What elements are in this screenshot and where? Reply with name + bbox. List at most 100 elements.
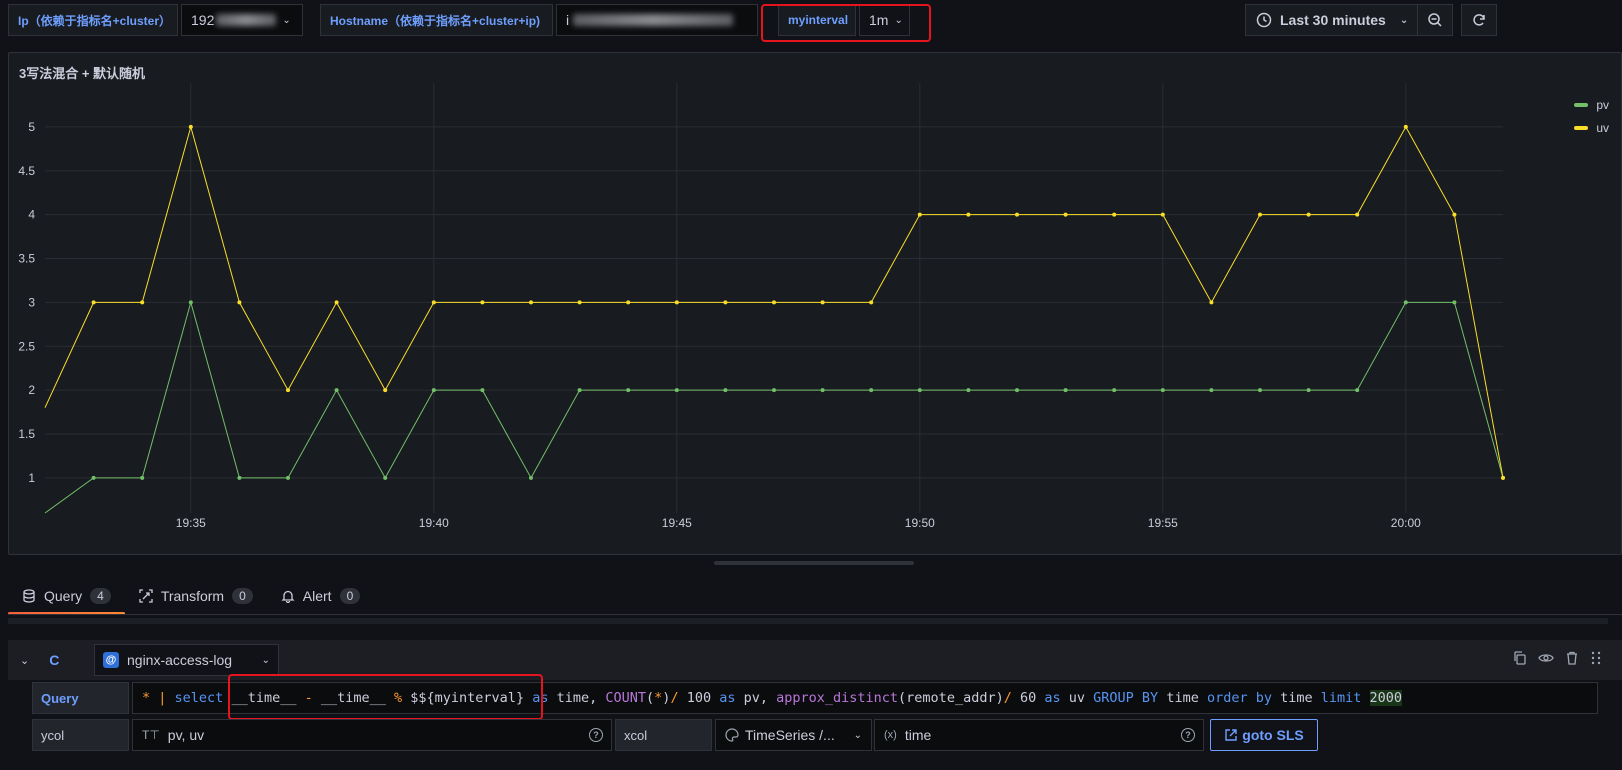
- query-token: uv: [1068, 690, 1094, 706]
- data-point-pv: [674, 388, 679, 393]
- duplicate-icon[interactable]: [1512, 650, 1528, 666]
- data-point-uv: [140, 300, 145, 305]
- xcol-format-value: TimeSeries /...: [745, 727, 835, 743]
- query-token: (: [646, 690, 655, 706]
- data-point-uv: [237, 300, 242, 305]
- data-point-pv: [1063, 388, 1068, 393]
- query-row-actions: [1512, 650, 1602, 666]
- text-type-icon: T⊤: [142, 728, 160, 742]
- refresh-button[interactable]: [1461, 4, 1497, 36]
- series-line-pv: [44, 300, 1504, 514]
- query-token: select: [174, 690, 232, 706]
- data-point-uv: [1015, 212, 1019, 217]
- zoom-out-button[interactable]: [1417, 4, 1453, 36]
- data-point-pv: [723, 388, 728, 393]
- data-point-pv: [820, 388, 825, 393]
- tab-transform[interactable]: Transform 0: [125, 580, 267, 612]
- tab-query[interactable]: Query 4: [8, 580, 125, 615]
- data-point-pv: [334, 388, 339, 393]
- data-point-uv: [1209, 300, 1214, 305]
- data-point-pv: [869, 388, 874, 393]
- palette-icon: [725, 728, 739, 742]
- query-token: GROUP BY: [1093, 690, 1167, 706]
- query-token: ): [662, 690, 671, 706]
- variable-hostname-select[interactable]: i: [556, 4, 758, 36]
- data-point-pv: [431, 388, 436, 393]
- query-token: %: [394, 690, 411, 706]
- datasource-picker[interactable]: @ nginx-access-log ⌄: [94, 644, 279, 676]
- chevron-down-icon: ⌄: [261, 654, 270, 666]
- help-icon[interactable]: ?: [589, 728, 603, 742]
- data-point-pv: [237, 475, 242, 480]
- y-tick-label: 2.5: [18, 339, 35, 353]
- zoom-out-icon: [1428, 13, 1442, 27]
- variable-hostname-label: Hostname（依赖于指标名+cluster+ip): [320, 4, 553, 36]
- tab-query-label: Query: [44, 588, 83, 604]
- ycol-value: pv, uv: [167, 727, 205, 743]
- y-tick-label: 4.5: [18, 164, 35, 178]
- variable-myinterval-value: 1m: [869, 12, 889, 28]
- xcol-input[interactable]: (x) time ?: [874, 719, 1204, 751]
- datasource-name: nginx-access-log: [127, 652, 233, 668]
- x-tick-label: 20:00: [1391, 516, 1421, 530]
- data-point-pv: [1015, 388, 1019, 393]
- variable-ip-label: Ip（依赖于指标名+cluster）: [8, 4, 178, 36]
- chevron-down-icon: ⌄: [282, 14, 291, 26]
- xcol-value: time: [904, 727, 932, 743]
- legend-item-uv[interactable]: uv: [1574, 116, 1609, 139]
- query-ref-id[interactable]: C: [49, 652, 59, 668]
- xcol-format-select[interactable]: TimeSeries /... ⌄: [715, 719, 872, 751]
- trash-icon[interactable]: [1564, 650, 1580, 666]
- eye-icon[interactable]: [1538, 650, 1554, 666]
- goto-sls-button[interactable]: goto SLS: [1210, 719, 1318, 751]
- data-point-uv: [1452, 212, 1457, 217]
- query-field-label: Query: [32, 682, 129, 714]
- time-series-chart[interactable]: 1 1.5 2 2.5 3 3.5 4 4.5 5 19:35 19:40 19:45 19:50 19:…: [9, 53, 1622, 556]
- data-point-uv: [626, 300, 631, 305]
- query-token: order by: [1206, 690, 1281, 706]
- chevron-down-icon[interactable]: ⌄: [20, 654, 29, 667]
- tab-alert-label: Alert: [302, 588, 332, 604]
- tab-alert[interactable]: Alert 0: [267, 580, 374, 612]
- ycol-input[interactable]: T⊤ pv, uv ?: [132, 719, 612, 751]
- query-token: *: [142, 690, 159, 706]
- ycol-label: ycol: [32, 719, 129, 751]
- data-point-pv: [966, 388, 971, 393]
- goto-sls-label: goto SLS: [1242, 727, 1304, 743]
- panel-resize-handle[interactable]: [714, 561, 914, 565]
- data-point-uv: [1355, 212, 1360, 217]
- data-point-pv: [286, 475, 290, 480]
- legend-label: pv: [1596, 97, 1609, 112]
- data-point-uv: [1112, 212, 1117, 217]
- legend-item-pv[interactable]: pv: [1574, 93, 1609, 116]
- query-token: 100: [686, 690, 720, 706]
- y-tick-label: 4: [28, 208, 35, 222]
- data-point-uv: [1306, 212, 1311, 217]
- external-link-icon: [1225, 729, 1237, 741]
- redacted-hostname: [573, 14, 734, 26]
- data-point-pv: [1306, 388, 1311, 393]
- xcol-label: xcol: [615, 719, 712, 751]
- drag-handle-icon[interactable]: [1590, 650, 1602, 666]
- x-tick-label: 19:50: [905, 516, 935, 530]
- chevron-down-icon: ⌄: [853, 729, 862, 741]
- tab-transform-count: 0: [232, 588, 253, 604]
- editor-tabs: Query 4 Transform 0 Alert 0: [8, 580, 374, 615]
- query-code-editor[interactable]: * | select __time__ - __time__ % $${myin…: [132, 682, 1598, 714]
- data-point-uv: [577, 300, 582, 305]
- y-tick-label: 3: [28, 295, 35, 309]
- tab-transform-label: Transform: [160, 588, 225, 604]
- help-icon[interactable]: ?: [1181, 728, 1195, 742]
- variable-myinterval-select[interactable]: 1m ⌄: [859, 4, 910, 36]
- data-point-pv: [188, 300, 193, 305]
- data-point-pv: [626, 388, 631, 393]
- variable-hostname-value: i: [566, 12, 570, 28]
- variable-ip-select[interactable]: 192 ⌄: [181, 4, 303, 36]
- query-token: limit: [1320, 690, 1370, 706]
- time-range-picker[interactable]: Last 30 minutes ⌄: [1245, 4, 1421, 36]
- x-tick-label: 19:35: [176, 516, 206, 530]
- data-point-pv: [1258, 388, 1262, 393]
- data-point-uv: [431, 300, 436, 305]
- legend-swatch: [1574, 125, 1589, 130]
- query-token: *: [654, 690, 663, 706]
